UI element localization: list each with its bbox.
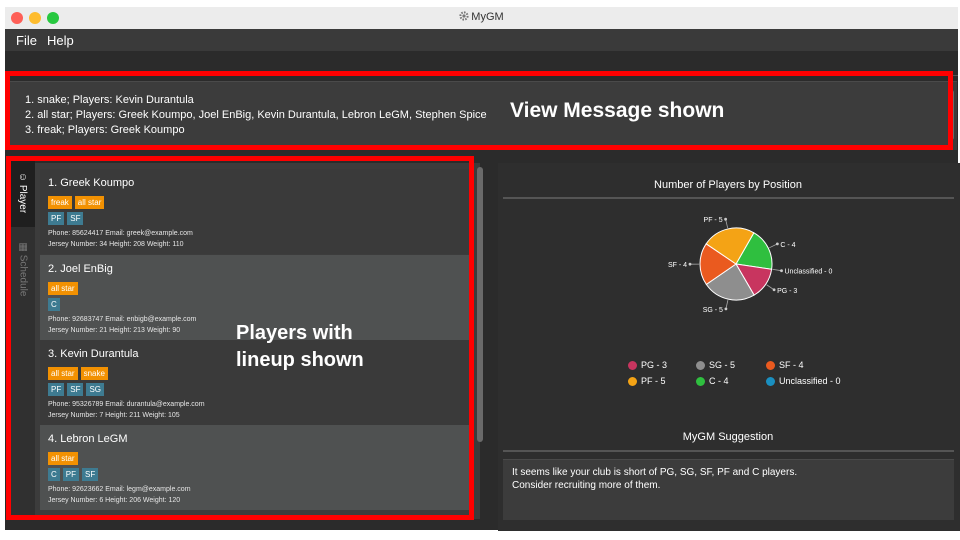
menu-file[interactable]: File bbox=[16, 33, 37, 48]
pie-slice-label: SF - 4 bbox=[668, 262, 687, 269]
position-list: C PF SF bbox=[48, 468, 99, 481]
result-message: 1. snake; Players: Kevin Durantula 2. al… bbox=[25, 94, 487, 136]
player-stats: Jersey Number: 7 Height: 211 Weight: 105 bbox=[48, 412, 180, 419]
command-box-divider bbox=[5, 75, 958, 76]
position-chip: SF bbox=[67, 383, 84, 396]
position-list: PF SF SG bbox=[48, 383, 105, 396]
command-box[interactable] bbox=[5, 51, 958, 81]
player-contact: Phone: 85624417 Email: greek@example.com bbox=[48, 230, 193, 237]
position-chip: SG bbox=[86, 383, 105, 396]
player-contact: Phone: 95326789 Email: durantula@example… bbox=[48, 401, 205, 408]
suggestion-text: It seems like your club is short of PG, … bbox=[512, 467, 798, 491]
menu-bar: File Help bbox=[5, 29, 958, 51]
menu-help[interactable]: Help bbox=[47, 33, 74, 48]
suggestion-box: It seems like your club is short of PG, … bbox=[503, 459, 954, 520]
legend-label: PG - 3 bbox=[641, 360, 668, 370]
pie-slice-label: PG - 3 bbox=[777, 288, 797, 295]
tab-schedule[interactable]: ▦ Schedule bbox=[10, 229, 35, 309]
pie-label-dot bbox=[724, 307, 728, 311]
legend-item: PF - 5 bbox=[628, 376, 666, 386]
suggestion-divider bbox=[503, 450, 954, 452]
player-contact: Phone: 92623662 Email: legm@example.com bbox=[48, 486, 191, 493]
pie-slice-label: Unclassified - 0 bbox=[785, 269, 833, 276]
tag-list: freak all star bbox=[48, 196, 105, 209]
position-list: PF SF bbox=[48, 212, 84, 225]
gear-icon bbox=[459, 11, 469, 21]
tag-list: all star bbox=[48, 282, 78, 295]
position-chip: PF bbox=[48, 212, 65, 225]
position-chip: PF bbox=[48, 383, 65, 396]
chart-title-divider bbox=[503, 197, 954, 199]
player-icon: ☺ bbox=[17, 171, 29, 185]
legend-item: PG - 3 bbox=[628, 360, 667, 370]
legend-item: C - 4 bbox=[696, 376, 729, 386]
tag-chip: all star bbox=[48, 282, 78, 295]
tag-chip: freak bbox=[48, 196, 72, 209]
title-bar: MyGM bbox=[5, 7, 958, 30]
legend-swatch bbox=[628, 360, 637, 370]
player-name: 1. Greek Koumpo bbox=[48, 177, 135, 189]
legend-swatch bbox=[696, 376, 705, 386]
position-chip: PF bbox=[62, 468, 80, 481]
legend-item: SF - 4 bbox=[766, 360, 804, 370]
tag-chip: snake bbox=[80, 367, 108, 380]
pie-slice-label: SG - 5 bbox=[703, 307, 723, 314]
app-window: MyGM File Help 1. snake; Players: Kevin … bbox=[5, 7, 960, 531]
tab-sidebar: ☺ Player ▦ Schedule bbox=[10, 157, 35, 519]
player-list-scrollbar[interactable] bbox=[477, 167, 483, 442]
tab-player-label: Player bbox=[17, 184, 29, 213]
legend-label: SG - 5 bbox=[709, 360, 736, 370]
tag-chip: all star bbox=[48, 367, 78, 380]
tag-list: all star snake bbox=[48, 367, 108, 380]
pie-label-dot bbox=[775, 242, 779, 246]
position-chip: C bbox=[48, 298, 60, 311]
pie-label-dot bbox=[724, 217, 728, 221]
legend-swatch bbox=[696, 360, 705, 370]
position-list: C bbox=[48, 298, 60, 311]
tab-schedule-label: Schedule bbox=[17, 254, 28, 296]
legend-label: SF - 4 bbox=[779, 360, 804, 370]
player-card[interactable]: 1. Greek Koumpo freak all star PF SF Pho… bbox=[40, 169, 469, 254]
player-stats: Jersey Number: 21 Height: 213 Weight: 90 bbox=[48, 327, 181, 334]
position-chip: SF bbox=[67, 212, 84, 225]
player-stats: Jersey Number: 34 Height: 208 Weight: 11… bbox=[48, 241, 184, 248]
position-pie-chart: C - 4 Unclassified - 0 PG - 3 SG - 5 SF - 4 P… bbox=[668, 217, 833, 314]
tag-list: all star bbox=[48, 452, 78, 465]
pie-label-dot bbox=[780, 269, 783, 273]
legend-swatch bbox=[628, 376, 637, 386]
legend-item: SG - 5 bbox=[696, 360, 735, 370]
legend-swatch bbox=[766, 360, 775, 370]
pie-slice-label: PF - 5 bbox=[704, 217, 723, 224]
pie-label-dot bbox=[688, 262, 692, 266]
result-display: 1. snake; Players: Kevin Durantula 2. al… bbox=[10, 81, 957, 150]
position-chip: SF bbox=[82, 468, 99, 481]
player-name: 4. Lebron LeGM bbox=[48, 433, 128, 445]
suggestion-title: MyGM Suggestion bbox=[682, 431, 774, 443]
legend-label: Unclassified - 0 bbox=[779, 376, 841, 386]
position-chip: C bbox=[48, 468, 60, 481]
schedule-icon: ▦ bbox=[17, 242, 28, 255]
tab-player[interactable]: ☺ Player bbox=[10, 157, 35, 227]
legend-label: PF - 5 bbox=[641, 376, 666, 386]
tag-chip: all star bbox=[48, 452, 78, 465]
tag-chip: all star bbox=[74, 196, 105, 209]
player-name: 3. Kevin Durantula bbox=[48, 348, 139, 360]
players-annotation: Players with lineup shown bbox=[236, 322, 364, 371]
view-message-annotation: View Message shown bbox=[510, 99, 725, 122]
legend-label: C - 4 bbox=[709, 376, 729, 386]
player-stats: Jersey Number: 6 Height: 206 Weight: 120 bbox=[48, 497, 181, 504]
player-name: 2. Joel EnBig bbox=[48, 263, 113, 275]
pie-slice-label: C - 4 bbox=[780, 242, 795, 249]
pie-label-dot bbox=[772, 288, 776, 292]
chart-title: Number of Players by Position bbox=[654, 179, 802, 191]
window-title: MyGM bbox=[471, 11, 504, 23]
legend-swatch bbox=[766, 376, 775, 386]
legend-item: Unclassified - 0 bbox=[766, 376, 841, 386]
stats-panel: Number of Players by Position C - 4 Uncla… bbox=[498, 163, 960, 531]
player-card[interactable]: 4. Lebron LeGM all star C PF SF Phone: 9… bbox=[40, 425, 469, 510]
result-scrollbar[interactable] bbox=[949, 90, 954, 140]
window-title-wrap: MyGM bbox=[5, 11, 958, 23]
player-contact: Phone: 92683747 Email: enbigb@example.co… bbox=[48, 316, 197, 323]
